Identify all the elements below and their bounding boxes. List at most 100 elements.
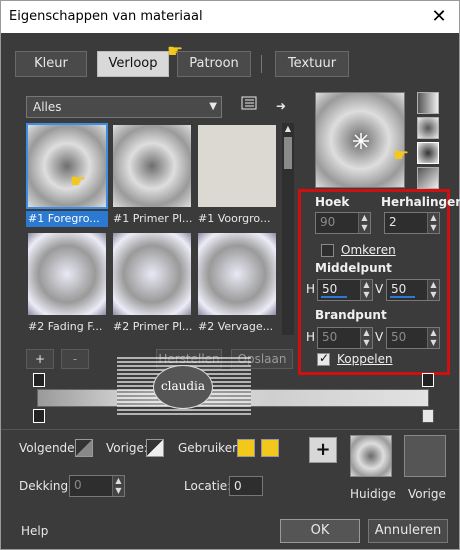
tab-verloop[interactable]: Verloop <box>97 51 169 77</box>
herhalingen-label: Herhalingen <box>381 195 460 209</box>
locatie-input[interactable]: 0 <box>229 476 263 496</box>
linear-gradient-style-button[interactable] <box>417 92 439 114</box>
spinner-arrows-icon[interactable]: ▲ ▼ <box>427 280 439 300</box>
tab-divider <box>261 55 262 73</box>
brandpunt-h-value: 50 <box>322 330 338 344</box>
gradient-caption: #2 Primer Pl... <box>113 320 193 333</box>
herhalingen-value: 2 <box>389 215 397 229</box>
cancel-button[interactable]: Annuleren <box>368 519 448 543</box>
tab-kleur[interactable]: Kleur <box>15 51 87 77</box>
gradient-thumb[interactable]: #2 Primer Pl... <box>111 231 193 335</box>
watermark: claudia <box>117 357 251 417</box>
gradient-thumb[interactable]: #1 Voorgro... <box>196 123 278 227</box>
gradient-caption: #2 Vervage... <box>198 320 274 333</box>
gradient-gallery: #1 Foregro... #1 Primer Pl... #1 Voorgro… <box>26 123 278 337</box>
spinner-arrows-icon[interactable]: ▲ ▼ <box>360 328 372 348</box>
middelpunt-v-spinner[interactable]: 50 ▲ ▼ <box>386 279 440 301</box>
material-properties-dialog: Eigenschappen van materiaal ✕ Kleur Verl… <box>0 0 460 550</box>
title-bar: Eigenschappen van materiaal ✕ <box>1 1 459 33</box>
herhalingen-spinner[interactable]: 2 ▲ ▼ <box>384 212 440 234</box>
foreground-swatch[interactable] <box>75 439 93 457</box>
arrow-right-icon[interactable]: ➜ <box>271 96 291 116</box>
gradient-preview-large[interactable] <box>315 92 405 188</box>
close-icon[interactable]: ✕ <box>427 5 451 29</box>
middelpunt-h-value: 50 <box>322 282 338 296</box>
brandpunt-h-label: H <box>306 330 316 344</box>
help-link[interactable]: Help <box>21 524 48 538</box>
spinner-arrows-icon[interactable]: ▲ ▼ <box>427 328 439 348</box>
remove-stop-button[interactable]: - <box>61 349 89 369</box>
pointer-hand-icon: ☛ <box>167 41 184 62</box>
middelpunt-v-value: 50 <box>391 282 407 296</box>
chevron-down-icon: ▼ <box>209 101 217 112</box>
pointer-hand-icon: ☛ <box>70 171 87 192</box>
color-stop-top-left[interactable] <box>33 373 45 387</box>
scroll-up-icon[interactable]: ▲ <box>282 123 294 135</box>
rectangular-gradient-style-button[interactable] <box>417 117 439 139</box>
brandpunt-h-spinner[interactable]: 50 ▲ ▼ <box>317 327 373 349</box>
color-stop-bottom-right[interactable] <box>422 409 434 423</box>
radial-gradient-style-button[interactable] <box>417 142 439 164</box>
previous-preview <box>404 435 446 477</box>
center-marker-icon <box>353 133 369 149</box>
omkeren-label: Omkeren <box>341 243 396 257</box>
gradient-preview <box>111 231 193 317</box>
window-title: Eigenschappen van materiaal <box>9 9 203 24</box>
pointer-hand-icon: ☛ <box>393 145 410 166</box>
watermark-logo: claudia <box>153 365 213 409</box>
middelpunt-v-label: V <box>375 282 384 296</box>
koppelen-checkbox[interactable] <box>317 351 330 366</box>
gradient-thumb[interactable]: #2 Vervage... <box>196 231 278 335</box>
scrollbar-thumb[interactable] <box>284 137 292 169</box>
vorige-preview-label: Vorige <box>408 487 446 501</box>
add-to-swatches-button[interactable]: + <box>309 437 337 463</box>
value-bar <box>390 296 415 298</box>
hoek-spinner[interactable]: 90 ▲ ▼ <box>315 212 371 234</box>
gradient-caption: #1 Voorgro... <box>198 212 271 225</box>
dekking-value: 0 <box>74 478 82 492</box>
volgende-label: Volgende: <box>19 441 79 455</box>
spinner-arrows-icon[interactable]: ▲ ▼ <box>360 280 372 300</box>
color-stop-top-right[interactable] <box>422 373 434 387</box>
gallery-scrollbar[interactable]: ▲ <box>282 123 294 335</box>
user-color-swatch-1[interactable] <box>237 439 255 457</box>
middelpunt-label: Middelpunt <box>315 261 392 275</box>
huidige-label: Huidige <box>350 487 396 501</box>
middelpunt-h-spinner[interactable]: 50 ▲ ▼ <box>317 279 373 301</box>
omkeren-checkbox[interactable] <box>321 244 334 257</box>
user-color-swatch-2[interactable] <box>261 439 279 457</box>
ok-button[interactable]: OK <box>280 519 360 543</box>
library-selected: Alles <box>33 100 62 114</box>
locatie-label: Locatie: <box>184 479 232 493</box>
gradient-thumb[interactable]: #1 Foregro... <box>26 123 108 227</box>
gebruiker-label: Gebruiker: <box>178 441 241 455</box>
gradient-caption: #1 Primer Pl... <box>113 212 193 225</box>
spinner-arrows-icon[interactable]: ▲ ▼ <box>427 213 439 233</box>
library-menu-icon[interactable] <box>239 96 259 116</box>
hoek-label: Hoek <box>315 195 350 209</box>
gradient-thumb[interactable]: #1 Primer Pl... <box>111 123 193 227</box>
add-stop-button[interactable]: + <box>26 349 54 369</box>
gradient-thumb[interactable]: #2 Fading F... <box>26 231 108 335</box>
gradient-caption: #1 Foregro... <box>26 211 108 227</box>
brandpunt-v-spinner[interactable]: 50 ▲ ▼ <box>386 327 440 349</box>
color-stop-bottom-left[interactable] <box>33 409 45 423</box>
tab-patroon[interactable]: Patroon <box>177 51 251 77</box>
previous-swatch[interactable] <box>146 439 164 457</box>
spinner-arrows-icon[interactable]: ▲ ▼ <box>358 213 370 233</box>
vorige-label: Vorige: <box>106 441 148 455</box>
dekking-label: Dekking: <box>19 479 73 493</box>
library-dropdown[interactable]: Alles ▼ <box>26 96 222 118</box>
tab-textuur[interactable]: Textuur <box>275 51 349 77</box>
gradient-preview <box>111 123 193 209</box>
koppelen-label: Koppelen <box>337 352 393 366</box>
spinner-arrows-icon[interactable]: ▲ ▼ <box>112 476 124 496</box>
dekking-spinner[interactable]: 0 ▲ ▼ <box>69 475 125 497</box>
gradient-preview <box>196 123 278 209</box>
value-bar <box>321 296 347 298</box>
gradient-preview <box>26 123 108 209</box>
hoek-value: 90 <box>320 215 336 229</box>
gradient-caption: #2 Fading F... <box>28 320 103 333</box>
sunburst-gradient-style-button[interactable] <box>417 167 439 189</box>
brandpunt-v-label: V <box>375 330 384 344</box>
